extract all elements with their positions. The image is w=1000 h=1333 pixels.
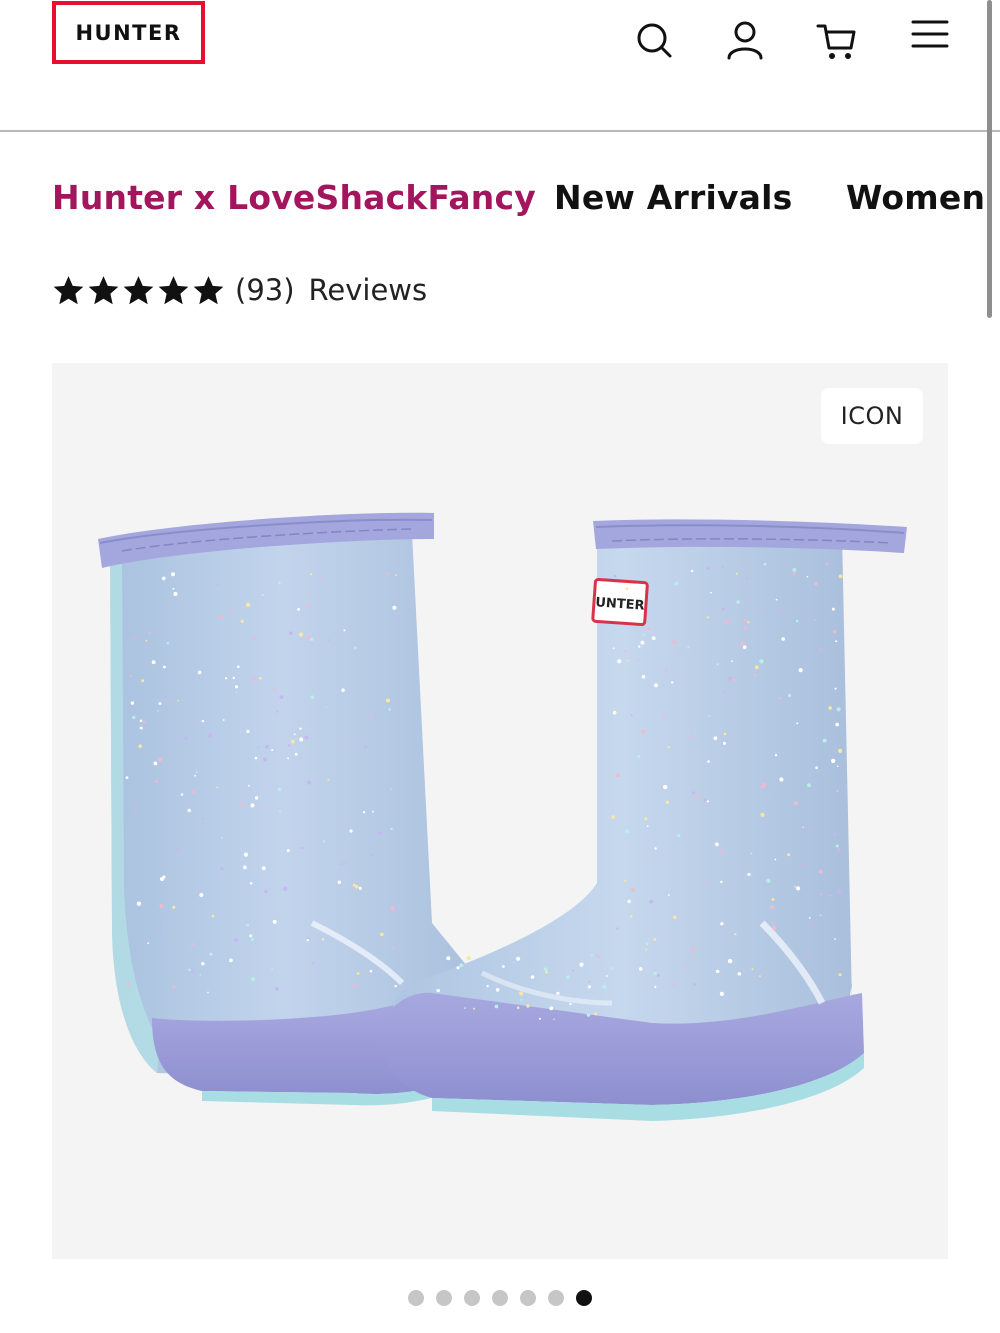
rain-boots-image: UNTER — [98, 512, 907, 1121]
product-rating[interactable]: (93) Reviews — [52, 268, 427, 312]
star-icon — [53, 275, 84, 304]
carousel-dot[interactable] — [576, 1290, 592, 1306]
star-icon — [193, 275, 224, 304]
star-rating — [52, 274, 225, 307]
search-icon[interactable] — [630, 16, 678, 64]
icon-badge: ICON — [821, 388, 923, 444]
carousel-dot[interactable] — [548, 1290, 564, 1306]
nav-item-women[interactable]: Women — [846, 178, 985, 217]
page-scrollbar[interactable] — [987, 0, 992, 318]
nav-item-hunter-x-loveshackfancy[interactable]: Hunter x LoveShackFancy — [52, 178, 536, 217]
menu-icon[interactable] — [905, 10, 953, 58]
star-icon — [158, 275, 189, 304]
product-image[interactable]: UNTER ICON — [52, 363, 948, 1259]
cart-icon[interactable] — [813, 16, 861, 64]
carousel-dots — [408, 1290, 592, 1306]
nav-item-new-arrivals[interactable]: New Arrivals — [554, 178, 793, 217]
reviews-link[interactable]: Reviews — [309, 273, 428, 307]
star-icon — [123, 275, 154, 304]
carousel-dot[interactable] — [408, 1290, 424, 1306]
category-nav: Hunter x LoveShackFancy New Arrivals Wom… — [0, 160, 1000, 240]
right-boot: UNTER — [381, 519, 907, 1121]
site-header: HUNTER — [0, 0, 1000, 132]
carousel-dot[interactable] — [436, 1290, 452, 1306]
carousel-dot[interactable] — [520, 1290, 536, 1306]
carousel-dot[interactable] — [492, 1290, 508, 1306]
badge-label: ICON — [840, 402, 904, 430]
logo-text: HUNTER — [75, 20, 182, 45]
account-icon[interactable] — [721, 16, 769, 64]
hunter-logo[interactable]: HUNTER — [52, 1, 205, 64]
star-icon — [88, 275, 119, 304]
carousel-dot[interactable] — [464, 1290, 480, 1306]
review-count: (93) — [235, 273, 295, 307]
